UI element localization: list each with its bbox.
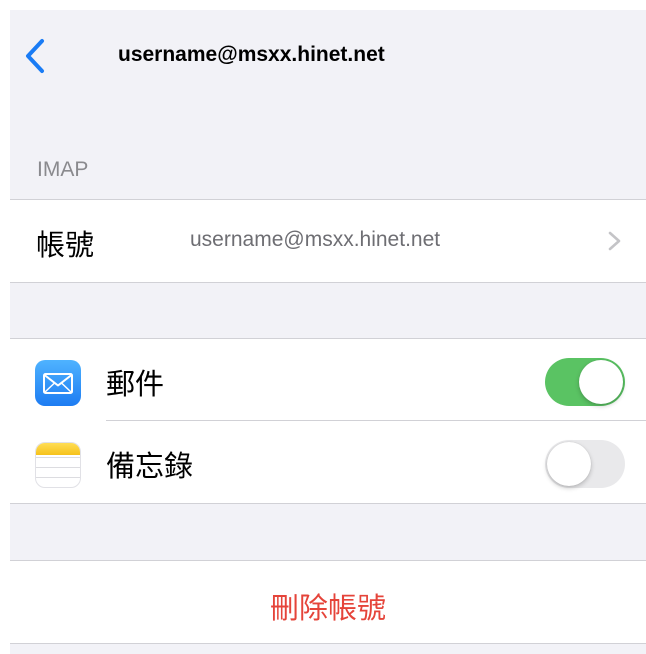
- section-header-imap: IMAP: [37, 158, 89, 181]
- delete-account-group: 刪除帳號: [10, 560, 646, 644]
- notes-toggle-switch[interactable]: [545, 440, 625, 488]
- delete-account-label: 刪除帳號: [269, 591, 386, 625]
- account-value: username@msxx.hinet.net: [190, 228, 441, 251]
- mail-icon: [35, 360, 81, 406]
- toggle-row-mail: 郵件: [10, 339, 646, 421]
- account-group: 帳號 username@msxx.hinet.net: [10, 199, 646, 283]
- settings-screen: username@msxx.hinet.net IMAP 帳號 username…: [10, 10, 646, 654]
- delete-account-button[interactable]: 刪除帳號: [10, 561, 646, 643]
- account-row[interactable]: 帳號 username@msxx.hinet.net: [10, 200, 646, 282]
- account-label: 帳號: [36, 228, 95, 262]
- apps-toggle-group: 郵件 備忘錄: [10, 338, 646, 504]
- toggle-row-notes: 備忘錄: [10, 421, 646, 503]
- chevron-right-icon: [608, 231, 621, 251]
- mail-toggle-label: 郵件: [106, 367, 165, 401]
- mail-toggle-switch[interactable]: [545, 358, 625, 406]
- notes-toggle-label: 備忘錄: [106, 449, 194, 483]
- notes-icon: [35, 442, 81, 488]
- page-title: username@msxx.hinet.net: [118, 43, 385, 66]
- back-button[interactable]: [20, 36, 50, 76]
- toggle-knob: [579, 360, 623, 404]
- toggle-knob: [547, 442, 591, 486]
- chevron-left-icon: [26, 39, 44, 73]
- navigation-bar: username@msxx.hinet.net: [10, 10, 646, 110]
